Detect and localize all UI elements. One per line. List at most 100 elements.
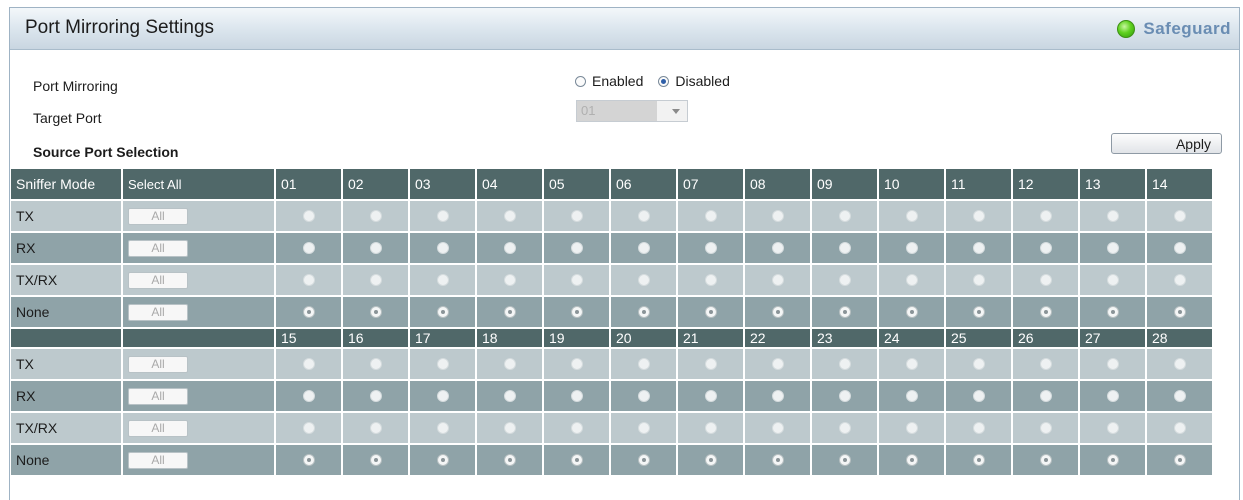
- port-radio[interactable]: [972, 210, 985, 222]
- disabled-radio[interactable]: [658, 75, 670, 87]
- port-radio[interactable]: [905, 242, 918, 254]
- port-radio[interactable]: [838, 390, 851, 402]
- enabled-radio[interactable]: [575, 75, 586, 87]
- port-radio[interactable]: [972, 358, 985, 370]
- port-radio[interactable]: [637, 422, 650, 434]
- port-radio[interactable]: [1173, 210, 1186, 222]
- port-radio[interactable]: [905, 422, 918, 434]
- port-radio[interactable]: [1106, 358, 1119, 370]
- port-radio[interactable]: [302, 390, 315, 402]
- port-radio[interactable]: [1173, 274, 1186, 286]
- port-radio[interactable]: [570, 242, 583, 254]
- port-radio[interactable]: [302, 358, 315, 370]
- select-all-button[interactable]: All: [128, 451, 188, 469]
- port-radio[interactable]: [838, 306, 851, 318]
- port-radio[interactable]: [503, 242, 516, 254]
- port-radio[interactable]: [637, 274, 650, 286]
- port-radio[interactable]: [1106, 274, 1119, 286]
- port-radio[interactable]: [436, 390, 449, 402]
- port-radio[interactable]: [302, 242, 315, 254]
- port-radio[interactable]: [1106, 422, 1119, 434]
- port-radio[interactable]: [1173, 358, 1186, 370]
- port-radio[interactable]: [838, 210, 851, 222]
- port-radio[interactable]: [637, 242, 650, 254]
- port-radio[interactable]: [905, 454, 918, 466]
- port-radio[interactable]: [570, 306, 583, 318]
- port-radio[interactable]: [838, 358, 851, 370]
- port-radio[interactable]: [771, 454, 784, 466]
- port-radio[interactable]: [704, 210, 717, 222]
- port-radio[interactable]: [771, 390, 784, 402]
- port-radio[interactable]: [302, 210, 315, 222]
- port-radio[interactable]: [1039, 210, 1052, 222]
- port-radio[interactable]: [838, 274, 851, 286]
- port-radio[interactable]: [972, 422, 985, 434]
- port-radio[interactable]: [771, 422, 784, 434]
- port-radio[interactable]: [905, 306, 918, 318]
- port-radio[interactable]: [771, 210, 784, 222]
- port-radio[interactable]: [1173, 422, 1186, 434]
- select-all-button[interactable]: All: [128, 355, 188, 373]
- port-radio[interactable]: [369, 358, 382, 370]
- port-radio[interactable]: [1173, 454, 1186, 466]
- port-radio[interactable]: [302, 422, 315, 434]
- port-radio[interactable]: [503, 274, 516, 286]
- port-radio[interactable]: [704, 274, 717, 286]
- port-radio[interactable]: [771, 274, 784, 286]
- port-radio[interactable]: [1173, 242, 1186, 254]
- port-radio[interactable]: [704, 454, 717, 466]
- port-radio[interactable]: [369, 210, 382, 222]
- select-all-button[interactable]: All: [128, 303, 188, 321]
- select-all-button[interactable]: All: [128, 419, 188, 437]
- select-all-button[interactable]: All: [128, 387, 188, 405]
- enabled-radio-label[interactable]: Enabled: [592, 73, 643, 89]
- port-radio[interactable]: [1173, 390, 1186, 402]
- port-radio[interactable]: [704, 358, 717, 370]
- port-radio[interactable]: [1039, 358, 1052, 370]
- port-radio[interactable]: [503, 422, 516, 434]
- port-radio[interactable]: [369, 242, 382, 254]
- port-radio[interactable]: [972, 390, 985, 402]
- port-radio[interactable]: [637, 210, 650, 222]
- port-radio[interactable]: [302, 306, 315, 318]
- port-radio[interactable]: [369, 306, 382, 318]
- port-radio[interactable]: [570, 274, 583, 286]
- port-radio[interactable]: [637, 306, 650, 318]
- port-radio[interactable]: [838, 422, 851, 434]
- port-radio[interactable]: [436, 454, 449, 466]
- port-radio[interactable]: [1039, 306, 1052, 318]
- port-radio[interactable]: [1173, 306, 1186, 318]
- port-radio[interactable]: [436, 274, 449, 286]
- port-radio[interactable]: [637, 390, 650, 402]
- select-all-button[interactable]: All: [128, 271, 188, 289]
- port-radio[interactable]: [570, 390, 583, 402]
- port-radio[interactable]: [570, 454, 583, 466]
- port-radio[interactable]: [436, 358, 449, 370]
- port-radio[interactable]: [704, 390, 717, 402]
- port-radio[interactable]: [1106, 210, 1119, 222]
- port-radio[interactable]: [972, 306, 985, 318]
- port-radio[interactable]: [503, 358, 516, 370]
- port-radio[interactable]: [905, 274, 918, 286]
- port-radio[interactable]: [369, 422, 382, 434]
- port-radio[interactable]: [570, 358, 583, 370]
- port-radio[interactable]: [369, 274, 382, 286]
- port-radio[interactable]: [1106, 454, 1119, 466]
- port-radio[interactable]: [1106, 242, 1119, 254]
- port-radio[interactable]: [972, 274, 985, 286]
- port-radio[interactable]: [905, 390, 918, 402]
- port-radio[interactable]: [1039, 242, 1052, 254]
- port-radio[interactable]: [1106, 306, 1119, 318]
- port-radio[interactable]: [771, 358, 784, 370]
- port-radio[interactable]: [838, 242, 851, 254]
- port-radio[interactable]: [436, 242, 449, 254]
- target-port-select[interactable]: 01: [576, 100, 688, 122]
- port-radio[interactable]: [905, 210, 918, 222]
- port-radio[interactable]: [972, 454, 985, 466]
- port-radio[interactable]: [1039, 422, 1052, 434]
- port-radio[interactable]: [503, 306, 516, 318]
- port-radio[interactable]: [302, 454, 315, 466]
- select-all-button[interactable]: All: [128, 239, 188, 257]
- port-radio[interactable]: [570, 422, 583, 434]
- port-radio[interactable]: [436, 422, 449, 434]
